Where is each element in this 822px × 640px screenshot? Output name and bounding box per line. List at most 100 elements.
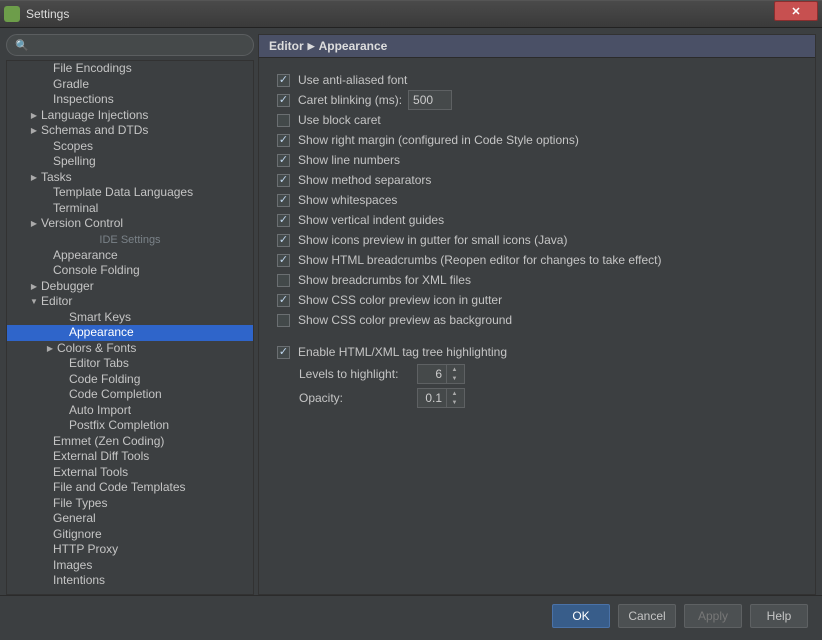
checkbox-blockCaret[interactable]: [277, 114, 290, 127]
tree-item-label: Emmet (Zen Coding): [53, 434, 164, 450]
tree-item[interactable]: Scopes: [7, 139, 253, 155]
tree-item-label: Console Folding: [53, 263, 140, 279]
option-label: Show whitespaces: [298, 193, 397, 207]
tree-item[interactable]: Images: [7, 558, 253, 574]
checkbox-lineNumbers[interactable]: [277, 154, 290, 167]
tree-item-label: External Diff Tools: [53, 449, 149, 465]
content-area: 🔍 File EncodingsGradleInspections▶Langua…: [0, 28, 822, 595]
checkbox-tagTree[interactable]: [277, 346, 290, 359]
checkbox-htmlBreadcrumbs[interactable]: [277, 254, 290, 267]
search-input[interactable]: [33, 38, 245, 52]
tree-item[interactable]: ▶Schemas and DTDs: [7, 123, 253, 139]
help-button[interactable]: Help: [750, 604, 808, 628]
checkbox-verticalIndent[interactable]: [277, 214, 290, 227]
levels-row: Levels to highlight:6▲▼: [277, 362, 797, 386]
tree-item[interactable]: Terminal: [7, 201, 253, 217]
titlebar: Settings ✕: [0, 0, 822, 28]
checkbox-xmlBreadcrumbs[interactable]: [277, 274, 290, 287]
checkbox-whitespaces[interactable]: [277, 194, 290, 207]
tree-item-label: Colors & Fonts: [57, 341, 136, 357]
tree-item[interactable]: General: [7, 511, 253, 527]
option-cssColorBg: Show CSS color preview as background: [277, 310, 797, 330]
tree-item[interactable]: File and Code Templates: [7, 480, 253, 496]
caret-blinking-input[interactable]: [408, 90, 452, 110]
tree-item[interactable]: Smart Keys: [7, 310, 253, 326]
option-label: Show CSS color preview as background: [298, 313, 512, 327]
chevron-right-icon[interactable]: ▶: [29, 123, 39, 139]
option-label: Show line numbers: [298, 153, 400, 167]
tree-item[interactable]: Emmet (Zen Coding): [7, 434, 253, 450]
checkbox-cssColorGutter[interactable]: [277, 294, 290, 307]
chevron-right-icon[interactable]: ▶: [29, 279, 39, 295]
chevron-right-icon[interactable]: ▶: [29, 108, 39, 124]
option-tagTree: Enable HTML/XML tag tree highlighting: [277, 342, 797, 362]
opacity-label: Opacity:: [299, 391, 409, 405]
apply-button[interactable]: Apply: [684, 604, 742, 628]
tree-item[interactable]: External Tools: [7, 465, 253, 481]
ok-button[interactable]: OK: [552, 604, 610, 628]
levels-spinner-value: 6: [418, 365, 446, 383]
tree-item-label: Gradle: [53, 77, 89, 93]
levels-spinner[interactable]: 6▲▼: [417, 364, 465, 384]
tree-item[interactable]: File Encodings: [7, 61, 253, 77]
tree-item[interactable]: ▶Language Injections: [7, 108, 253, 124]
option-label: Show vertical indent guides: [298, 213, 444, 227]
tree-item[interactable]: Appearance: [7, 248, 253, 264]
tree-item[interactable]: Code Completion: [7, 387, 253, 403]
option-verticalIndent: Show vertical indent guides: [277, 210, 797, 230]
tree-item[interactable]: Inspections: [7, 92, 253, 108]
tree-item[interactable]: ▼Editor: [7, 294, 253, 310]
opacity-spinner[interactable]: 0.1▲▼: [417, 388, 465, 408]
tree-item[interactable]: File Types: [7, 496, 253, 512]
option-label: Show method separators: [298, 173, 431, 187]
chevron-down-icon[interactable]: ▼: [29, 294, 39, 310]
checkbox-antiAliased[interactable]: [277, 74, 290, 87]
settings-tree[interactable]: File EncodingsGradleInspections▶Language…: [6, 60, 254, 595]
opacity-spinner-value: 0.1: [418, 389, 446, 407]
tree-item-label: Scopes: [53, 139, 93, 155]
tree-item[interactable]: Gradle: [7, 77, 253, 93]
tree-item[interactable]: Console Folding: [7, 263, 253, 279]
checkbox-caretBlinking[interactable]: [277, 94, 290, 107]
tree-item[interactable]: ▶Version Control: [7, 216, 253, 232]
tree-item[interactable]: Gitignore: [7, 527, 253, 543]
spinner-up-icon[interactable]: ▲: [447, 365, 462, 374]
tree-item-label: Editor Tabs: [69, 356, 129, 372]
tree-item-label: Language Injections: [41, 108, 148, 124]
tree-item[interactable]: Intentions: [7, 573, 253, 589]
tree-item[interactable]: Template Data Languages: [7, 185, 253, 201]
search-box[interactable]: 🔍: [6, 34, 254, 56]
chevron-right-icon[interactable]: ▶: [29, 216, 39, 232]
checkbox-gutterIcons[interactable]: [277, 234, 290, 247]
tree-item[interactable]: Spelling: [7, 154, 253, 170]
option-xmlBreadcrumbs: Show breadcrumbs for XML files: [277, 270, 797, 290]
spinner-down-icon[interactable]: ▼: [447, 374, 462, 383]
tree-item[interactable]: Editor Tabs: [7, 356, 253, 372]
breadcrumb-leaf: Appearance: [319, 39, 388, 53]
right-pane: Editor ▶ Appearance Use anti-aliased fon…: [258, 34, 816, 595]
cancel-button[interactable]: Cancel: [618, 604, 676, 628]
tree-item-label: Appearance: [69, 325, 134, 341]
tree-item[interactable]: HTTP Proxy: [7, 542, 253, 558]
tree-item[interactable]: Appearance: [7, 325, 253, 341]
option-antiAliased: Use anti-aliased font: [277, 70, 797, 90]
chevron-right-icon[interactable]: ▶: [45, 341, 55, 357]
tree-item[interactable]: ▶Colors & Fonts: [7, 341, 253, 357]
tree-item-label: File Types: [53, 496, 107, 512]
tree-item[interactable]: Postfix Completion: [7, 418, 253, 434]
tree-item[interactable]: ▶Tasks: [7, 170, 253, 186]
spinner-down-icon[interactable]: ▼: [447, 398, 462, 407]
checkbox-methodSeparators[interactable]: [277, 174, 290, 187]
close-button[interactable]: ✕: [774, 1, 818, 21]
checkbox-cssColorBg[interactable]: [277, 314, 290, 327]
tree-item[interactable]: ▶Debugger: [7, 279, 253, 295]
chevron-right-icon[interactable]: ▶: [29, 170, 39, 186]
spinner-up-icon[interactable]: ▲: [447, 389, 462, 398]
tree-item[interactable]: Code Folding: [7, 372, 253, 388]
tree-item[interactable]: Auto Import: [7, 403, 253, 419]
tree-item[interactable]: External Diff Tools: [7, 449, 253, 465]
checkbox-rightMargin[interactable]: [277, 134, 290, 147]
option-label: Use block caret: [298, 113, 381, 127]
app-icon: [4, 6, 20, 22]
option-methodSeparators: Show method separators: [277, 170, 797, 190]
